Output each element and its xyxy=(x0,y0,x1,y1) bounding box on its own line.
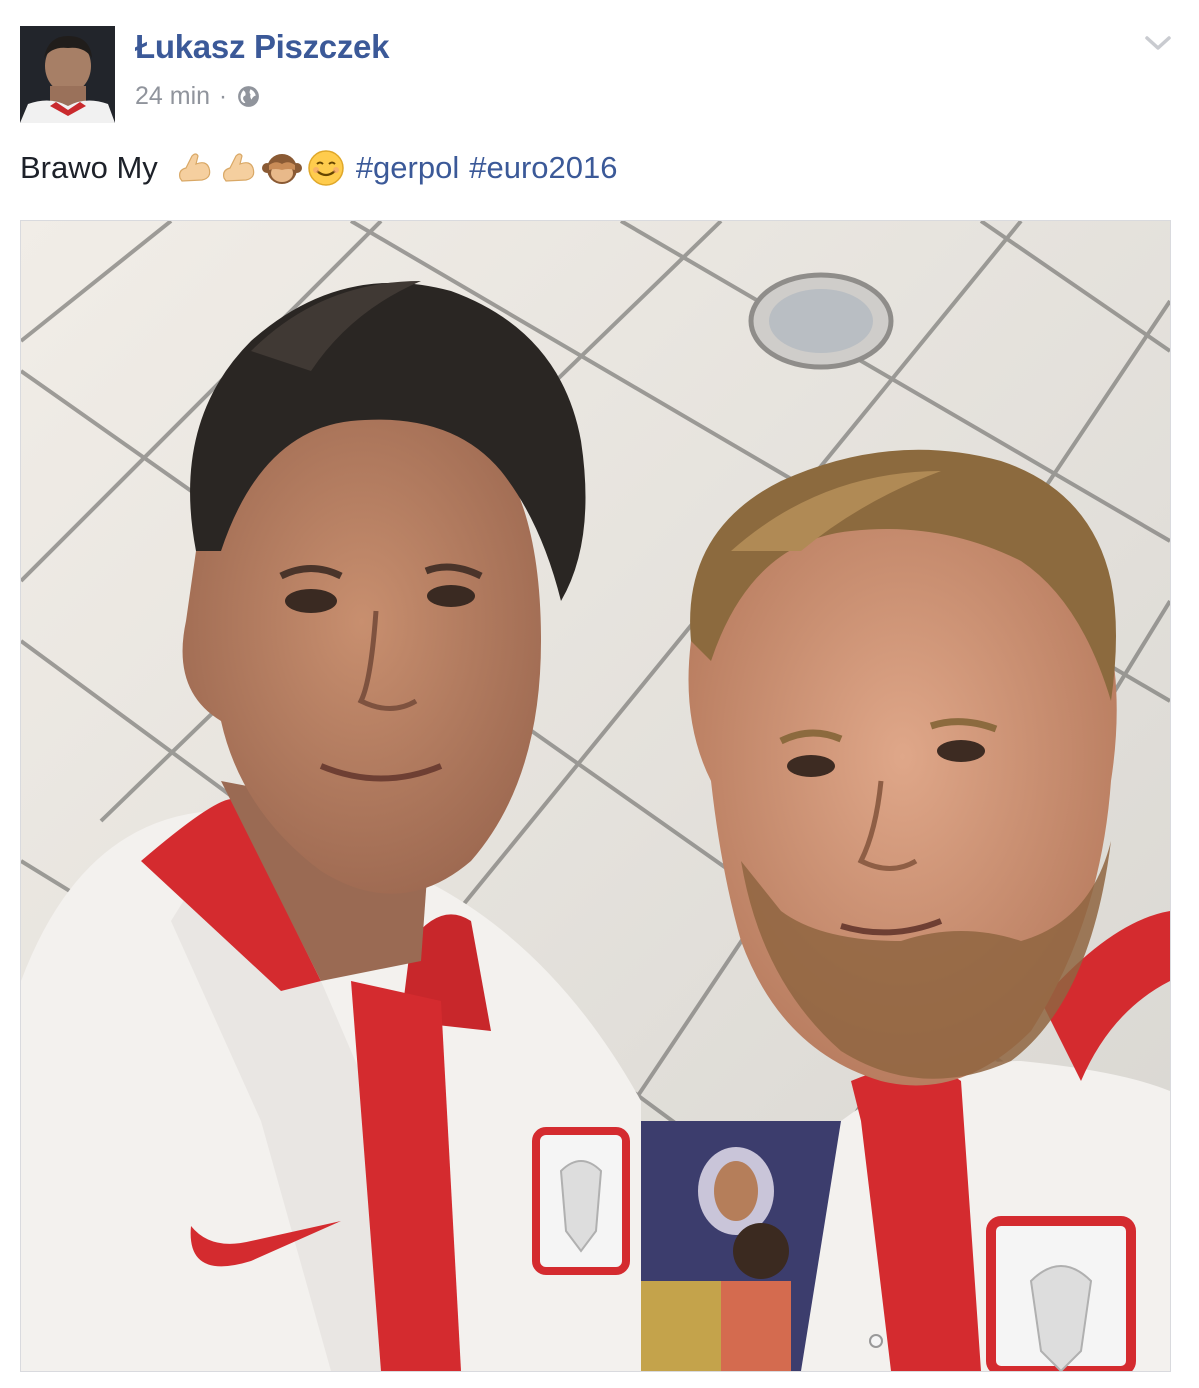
meta-separator: · xyxy=(219,82,228,110)
author-avatar[interactable] xyxy=(20,26,115,123)
post-timestamp[interactable]: 24 min xyxy=(135,82,210,111)
selfie-photo xyxy=(21,221,1170,1371)
globe-icon[interactable] xyxy=(236,84,261,109)
hashtag-link[interactable]: #gerpol xyxy=(356,150,459,186)
caption-text: Brawo My xyxy=(20,150,158,185)
flexed-biceps-emoji xyxy=(174,148,214,188)
smiling-face-emoji xyxy=(306,148,346,188)
hashtag-link[interactable]: #euro2016 xyxy=(469,150,617,186)
see-no-evil-monkey-emoji xyxy=(261,148,302,188)
post-caption: Brawo My #gerpol #euro2016 xyxy=(20,148,617,188)
post-meta: 24 min · xyxy=(135,82,261,111)
chevron-down-icon[interactable] xyxy=(1143,30,1173,56)
author-name[interactable]: Łukasz Piszczek xyxy=(135,28,389,66)
post-photo[interactable] xyxy=(20,220,1171,1372)
facebook-post: Łukasz Piszczek 24 min · Brawo My #gerpo… xyxy=(0,0,1199,1388)
flexed-biceps-emoji xyxy=(218,148,258,188)
